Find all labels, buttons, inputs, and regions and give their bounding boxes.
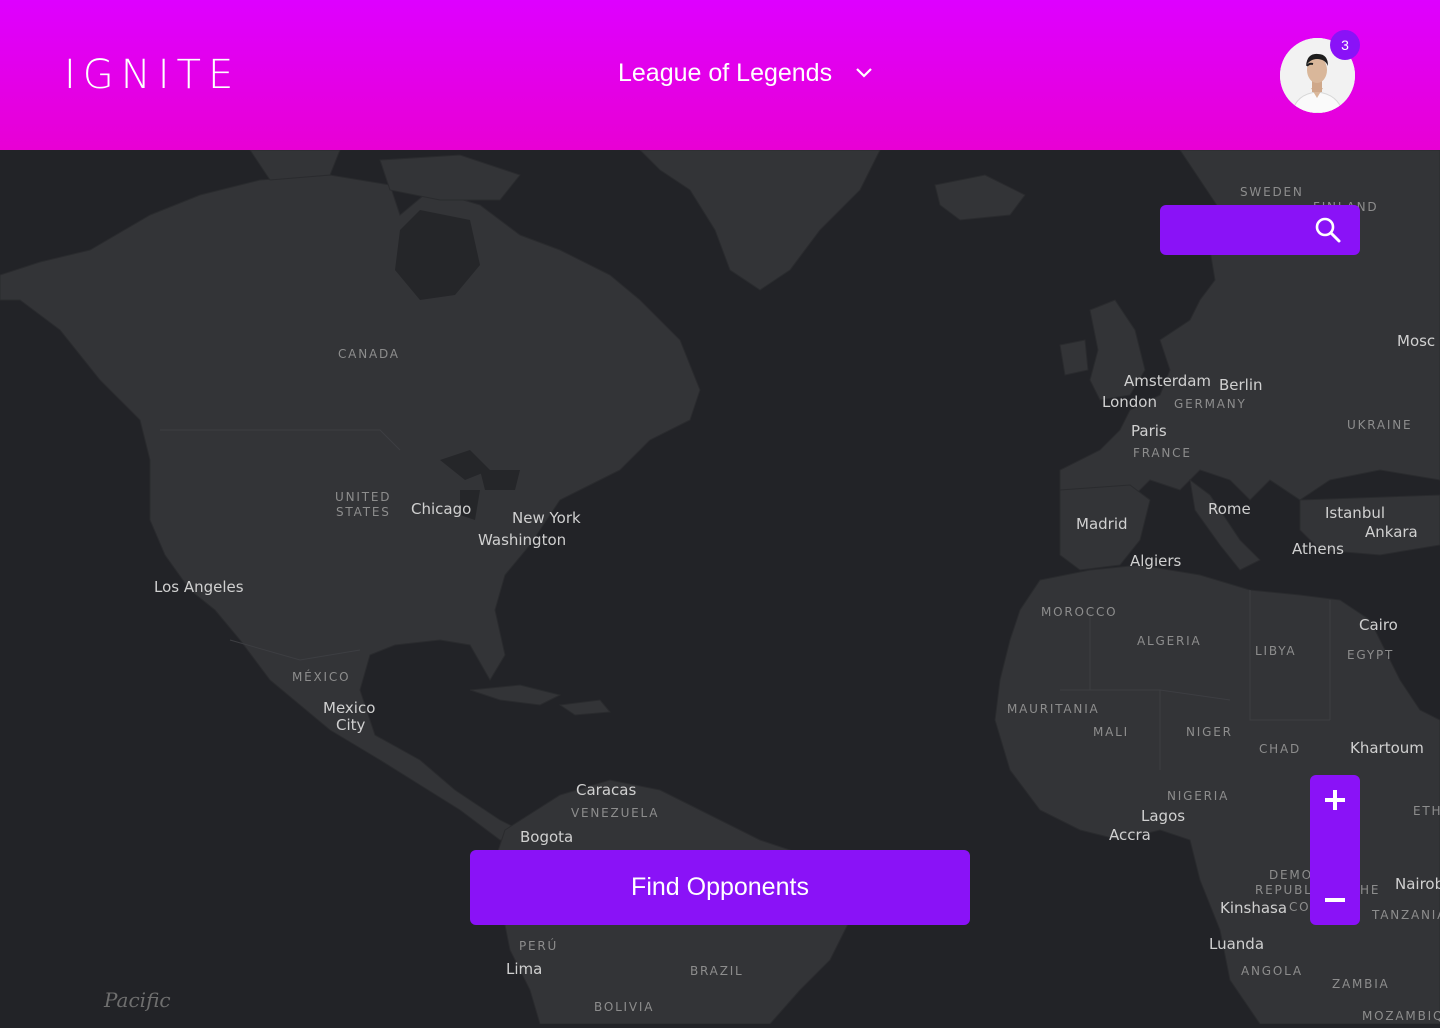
- country-label-sweden: SWEDEN: [1240, 185, 1304, 199]
- game-selector-value: League of Legends: [618, 58, 833, 87]
- country-label-drc-4: HE: [1360, 883, 1381, 897]
- country-label-drc-3: CO: [1289, 900, 1311, 914]
- country-label-chad: CHAD: [1259, 742, 1302, 756]
- city-label-mexico-city: Mexico: [323, 699, 376, 717]
- city-label-mexico-city-2: City: [336, 716, 366, 734]
- map-search-input[interactable]: [1174, 215, 1308, 247]
- city-label-new-york: New York: [512, 509, 581, 527]
- country-label-mauritania: MAURITANIA: [1007, 702, 1100, 716]
- country-label-mozambique: MOZAMBIQ: [1362, 1009, 1440, 1023]
- app-header: IGNITE League of Legends 3: [0, 0, 1440, 150]
- country-label-ukraine: UKRAINE: [1347, 418, 1413, 432]
- city-label-lagos: Lagos: [1141, 807, 1186, 825]
- zoom-in-button[interactable]: [1310, 775, 1360, 825]
- city-label-los-angeles: Los Angeles: [154, 578, 244, 596]
- city-label-kinshasa: Kinshasa: [1220, 899, 1288, 917]
- country-label-drc: DEMO: [1269, 868, 1313, 882]
- city-label-amsterdam: Amsterdam: [1124, 372, 1212, 390]
- city-label-cairo: Cairo: [1359, 616, 1398, 634]
- country-label-mexico: MÉXICO: [292, 670, 351, 684]
- country-label-bolivia: BOLIVIA: [594, 1000, 655, 1014]
- city-label-athens: Athens: [1292, 540, 1344, 558]
- city-label-ankara: Ankara: [1365, 523, 1418, 541]
- notification-badge: 3: [1330, 30, 1360, 60]
- country-label-mali: MALI: [1093, 725, 1129, 739]
- city-label-rome: Rome: [1208, 500, 1251, 518]
- country-label-ethiopia: ETH: [1413, 804, 1440, 818]
- country-label-peru: PERÚ: [519, 939, 559, 953]
- country-label-niger: NIGER: [1186, 725, 1233, 739]
- zoom-controls: [1310, 775, 1360, 925]
- country-label-nigeria: NIGERIA: [1167, 789, 1230, 803]
- city-label-istanbul: Istanbul: [1325, 504, 1386, 522]
- city-label-washington: Washington: [478, 531, 567, 549]
- country-label-libya: LIBYA: [1255, 644, 1297, 658]
- city-label-luanda: Luanda: [1209, 935, 1265, 953]
- city-label-accra: Accra: [1109, 826, 1151, 844]
- chevron-down-icon: [856, 68, 872, 78]
- country-label-zambia: ZAMBIA: [1332, 977, 1390, 991]
- country-label-egypt: EGYPT: [1347, 648, 1395, 662]
- city-label-caracas: Caracas: [576, 781, 637, 799]
- ocean-label-pacific: Pacific: [104, 988, 171, 1012]
- city-label-nairobi: Nairob: [1395, 875, 1440, 893]
- country-label-canada: CANADA: [338, 347, 400, 361]
- minus-icon: [1325, 898, 1345, 902]
- find-opponents-button[interactable]: Find Opponents: [470, 850, 970, 925]
- city-label-moscow: Mosc: [1397, 332, 1436, 350]
- city-label-bogota: Bogota: [520, 828, 574, 846]
- search-icon[interactable]: [1314, 216, 1342, 244]
- city-label-madrid: Madrid: [1076, 515, 1128, 533]
- zoom-out-button[interactable]: [1310, 875, 1360, 925]
- plus-icon: [1325, 790, 1345, 810]
- city-label-paris: Paris: [1131, 422, 1167, 440]
- country-label-france: FRANCE: [1133, 446, 1192, 460]
- country-label-morocco: MOROCCO: [1041, 605, 1118, 619]
- city-label-khartoum: Khartoum: [1350, 739, 1424, 757]
- country-label-germany: GERMANY: [1174, 397, 1247, 411]
- country-label-venezuela: VENEZUELA: [571, 806, 660, 820]
- country-label-algeria: ALGERIA: [1137, 634, 1202, 648]
- country-label-angola: ANGOLA: [1241, 964, 1303, 978]
- user-avatar-button[interactable]: 3: [1280, 30, 1360, 113]
- city-label-chicago: Chicago: [411, 500, 472, 518]
- country-label-drc-2: REPUBLI: [1255, 883, 1318, 897]
- country-label-brazil: BRAZIL: [690, 964, 744, 978]
- city-label-london: London: [1102, 393, 1157, 411]
- country-label-tanzania: TANZANIA: [1372, 908, 1440, 922]
- city-label-algiers: Algiers: [1130, 552, 1182, 570]
- ignite-logo[interactable]: IGNITE: [64, 54, 240, 96]
- city-label-berlin: Berlin: [1219, 376, 1263, 394]
- country-label-united-states: UNITED: [335, 490, 392, 504]
- map-search-box[interactable]: [1160, 205, 1360, 255]
- country-label-united-states-2: STATES: [336, 505, 391, 519]
- city-label-lima: Lima: [506, 960, 543, 978]
- game-selector[interactable]: League of Legends: [618, 56, 872, 90]
